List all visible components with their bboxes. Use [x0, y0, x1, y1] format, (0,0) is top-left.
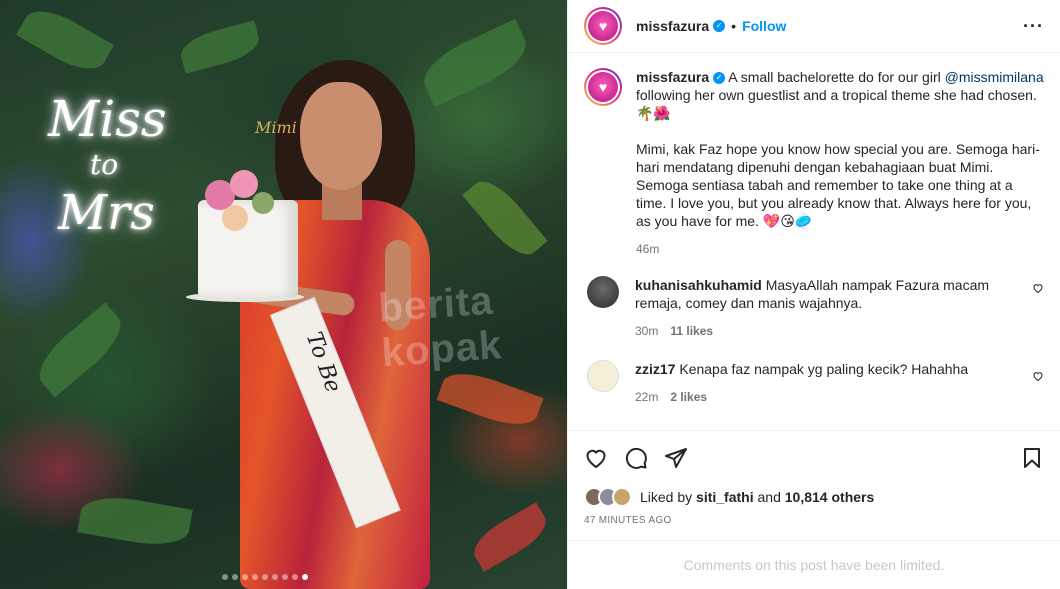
caption-text: A small bachelorette do for our girl — [725, 69, 945, 85]
leaf — [466, 502, 554, 572]
comment: kuhanisahkuhamid MasyaAllah nampak Fazur… — [584, 276, 1044, 340]
mention-link[interactable]: @missmimilana — [945, 69, 1044, 85]
caption-body: missfazura ✓ A small bachelorette do for … — [636, 68, 1044, 258]
comment: zziz17 Kenapa faz nampak yg paling kecik… — [584, 360, 1044, 406]
neon-line: to — [90, 148, 119, 181]
leaf — [28, 302, 132, 398]
post-header: ♥ missfazura ✓ • Follow ··· — [568, 0, 1060, 53]
comment-time[interactable]: 30m — [635, 324, 658, 338]
heart-icon[interactable] — [1032, 370, 1044, 382]
verified-badge-icon: ✓ — [713, 20, 726, 32]
action-icons — [584, 443, 1044, 473]
liked-prefix: Liked by — [640, 489, 697, 505]
comment-icon[interactable] — [624, 446, 648, 470]
flower — [252, 192, 274, 214]
post-panel: ♥ missfazura ✓ • Follow ··· ♥ missfazura… — [567, 0, 1060, 589]
heart-icon[interactable] — [1032, 282, 1044, 294]
post-actions: Liked by siti_fathi and 10,814 others 47… — [568, 430, 1060, 526]
heart-icon: ♥ — [588, 11, 618, 41]
caption-text: following her own guestlist and a tropic… — [636, 87, 1037, 121]
carousel-dot[interactable] — [222, 574, 228, 580]
neon-sign: Miss to Mrs — [48, 90, 198, 280]
avatar-border: ♥ — [586, 9, 620, 43]
carousel-dot[interactable] — [272, 574, 278, 580]
watermark: berita kopak — [377, 278, 504, 376]
liked-count[interactable]: 10,814 others — [785, 489, 875, 505]
heart-icon: ♥ — [588, 72, 618, 102]
leaf — [462, 171, 548, 265]
avatar — [612, 487, 632, 507]
carousel-dot[interactable] — [292, 574, 298, 580]
avatar[interactable] — [587, 360, 619, 392]
comment-username[interactable]: zziz17 — [635, 361, 675, 377]
carousel-dot[interactable] — [252, 574, 258, 580]
more-options-icon[interactable]: ··· — [1023, 16, 1044, 37]
carousel-dot[interactable] — [232, 574, 238, 580]
flower — [222, 205, 248, 231]
person-face — [300, 82, 382, 190]
neon-line: Miss — [48, 90, 167, 148]
flower — [230, 170, 258, 198]
carousel-dot[interactable] — [282, 574, 288, 580]
liked-text: Liked by siti_fathi and 10,814 others — [640, 489, 874, 505]
comment-meta: 30m 11 likes — [635, 322, 1035, 340]
carousel-dots — [222, 574, 308, 580]
avatar-border: ♥ — [586, 70, 620, 104]
separator: • — [731, 18, 737, 34]
comment-text: Kenapa faz nampak yg paling kecik? Hahah… — [675, 361, 969, 377]
avatar[interactable] — [587, 276, 619, 308]
liked-by: Liked by siti_fathi and 10,814 others — [584, 487, 1044, 507]
neon-line: Mrs — [58, 185, 155, 241]
comments-limited-notice: Comments on this post have been limited. — [568, 540, 1060, 589]
post-timestamp[interactable]: 47 MINUTES AGO — [584, 515, 1044, 526]
caption-paragraph: Mimi, kak Faz hope you know how special … — [636, 141, 1040, 229]
cake-topper: Mimi — [255, 118, 297, 137]
caption-time[interactable]: 46m — [636, 240, 1044, 258]
post-photo[interactable]: Miss to Mrs Mimi To Be berita kopak — [0, 0, 567, 589]
leaf — [77, 490, 193, 552]
avatar[interactable]: ♥ — [584, 7, 622, 45]
comment-likes[interactable]: 11 likes — [670, 324, 713, 338]
leaf — [415, 18, 535, 108]
liked-user[interactable]: siti_fathi — [696, 489, 754, 505]
carousel-dot[interactable] — [242, 574, 248, 580]
verified-badge-icon: ✓ — [713, 72, 726, 85]
leaf — [436, 364, 544, 434]
carousel-dot[interactable] — [302, 574, 308, 580]
follow-button[interactable]: Follow — [742, 18, 786, 34]
leaf — [16, 0, 114, 80]
comment-likes[interactable]: 2 likes — [670, 390, 707, 404]
post-username[interactable]: missfazura — [636, 18, 709, 34]
comment-time[interactable]: 22m — [635, 390, 658, 404]
avatar[interactable]: ♥ — [584, 68, 622, 106]
comment-meta: 22m 2 likes — [635, 388, 1035, 406]
caption: ♥ missfazura ✓ A small bachelorette do fo… — [584, 68, 1044, 258]
comment-username[interactable]: kuhanisahkuhamid — [635, 277, 762, 293]
caption-username[interactable]: missfazura — [636, 69, 709, 85]
cake — [198, 200, 298, 298]
comment-body: zziz17 Kenapa faz nampak yg paling kecik… — [635, 360, 1035, 406]
leaf — [176, 20, 264, 74]
bookmark-icon[interactable] — [1020, 446, 1044, 470]
liked-mid: and — [753, 489, 785, 505]
comment-body: kuhanisahkuhamid MasyaAllah nampak Fazur… — [635, 276, 1035, 340]
carousel-dot[interactable] — [262, 574, 268, 580]
heart-icon[interactable] — [584, 446, 608, 470]
share-icon[interactable] — [664, 446, 688, 470]
